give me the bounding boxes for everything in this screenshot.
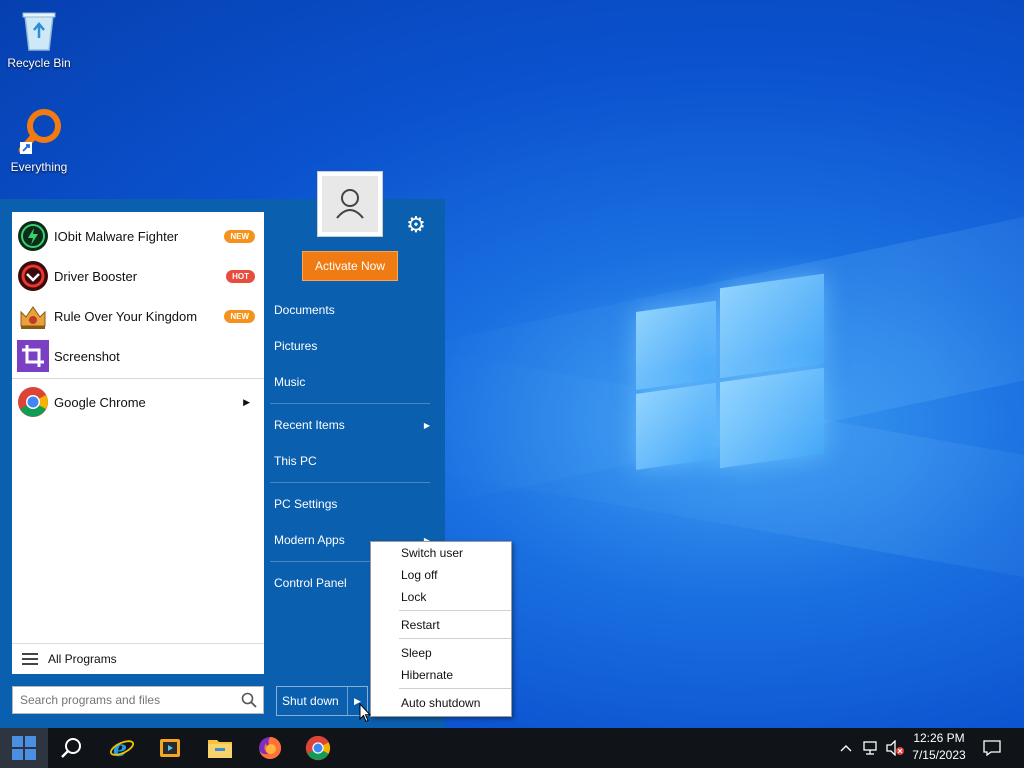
taskbar-chrome[interactable] xyxy=(294,728,342,768)
taskbar-search-button[interactable] xyxy=(48,728,96,768)
menu-item-lock[interactable]: Lock xyxy=(401,587,426,607)
desktop-icon-label: Everything xyxy=(10,160,68,174)
menu-item-label: Recent Items xyxy=(274,418,345,432)
network-icon[interactable] xyxy=(860,728,882,768)
start-menu-programs-panel: IObit Malware Fighter NEW Driver Booster… xyxy=(12,212,264,674)
notification-center-icon[interactable] xyxy=(980,728,1004,768)
program-label: Screenshot xyxy=(54,348,120,364)
program-iobit-malware-fighter[interactable]: IObit Malware Fighter NEW xyxy=(12,216,264,256)
svg-text:e: e xyxy=(113,736,127,761)
program-label: IObit Malware Fighter xyxy=(54,228,179,244)
shutdown-button-group: Shut down ▶ xyxy=(276,686,368,716)
hot-badge: HOT xyxy=(226,269,255,283)
start-search-input[interactable] xyxy=(13,693,241,707)
new-badge: NEW xyxy=(224,229,255,243)
start-button[interactable] xyxy=(0,728,48,768)
menu-item-auto-shutdown[interactable]: Auto shutdown xyxy=(401,693,480,713)
desktop-icon-recycle-bin[interactable]: Recycle Bin xyxy=(4,8,74,70)
program-label: Rule Over Your Kingdom xyxy=(54,308,198,324)
menu-item-this-pc[interactable]: This PC xyxy=(274,450,430,472)
taskbar: e 12:26 PM 7/15/2023 xyxy=(0,728,1024,768)
tray-chevron-up-icon[interactable] xyxy=(836,728,856,768)
mouse-cursor-icon xyxy=(359,702,372,723)
menu-divider xyxy=(399,610,511,611)
menu-item-pc-settings[interactable]: PC Settings xyxy=(274,493,430,515)
program-google-chrome[interactable]: Google Chrome ▶ xyxy=(12,382,264,422)
screenshot-crop-icon xyxy=(17,340,49,372)
media-player-icon xyxy=(160,739,180,757)
menu-item-music[interactable]: Music xyxy=(274,371,430,393)
menu-item-hibernate[interactable]: Hibernate xyxy=(401,665,453,685)
taskbar-file-explorer[interactable] xyxy=(196,728,244,768)
user-silhouette-icon xyxy=(322,176,378,232)
firefox-icon xyxy=(259,736,282,759)
volume-muted-icon[interactable] xyxy=(884,728,906,768)
submenu-arrow-icon: ▶ xyxy=(423,420,430,430)
menu-item-restart[interactable]: Restart xyxy=(401,615,440,635)
clock-time: 12:26 PM xyxy=(913,731,965,745)
user-avatar[interactable] xyxy=(317,171,383,237)
kingdom-game-icon xyxy=(17,300,49,332)
windows-logo-wallpaper xyxy=(636,264,824,480)
menu-item-switch-user[interactable]: Switch user xyxy=(401,543,463,563)
menu-divider xyxy=(399,688,511,689)
program-label: Driver Booster xyxy=(54,268,138,284)
submenu-arrow-icon: ▶ xyxy=(243,396,250,407)
menu-item-pictures[interactable]: Pictures xyxy=(274,335,430,357)
desktop-icon-everything[interactable]: Everything xyxy=(4,106,74,174)
windows-start-icon xyxy=(12,736,36,760)
activate-now-button[interactable]: Activate Now xyxy=(302,251,398,281)
all-programs-label: All Programs xyxy=(48,652,117,666)
power-options-menu: Switch user Log off Lock Restart Sleep H… xyxy=(370,541,512,717)
clock-date: 7/15/2023 xyxy=(912,748,966,762)
chrome-icon xyxy=(17,386,49,418)
all-programs-button[interactable]: All Programs xyxy=(12,643,264,674)
menu-item-log-off[interactable]: Log off xyxy=(401,565,437,585)
menu-item-label: Modern Apps xyxy=(274,533,345,547)
shutdown-button[interactable]: Shut down xyxy=(277,694,347,708)
program-label: Google Chrome xyxy=(54,394,146,410)
menu-divider xyxy=(270,403,430,404)
recycle-bin-icon xyxy=(19,8,59,52)
hamburger-menu-icon xyxy=(22,653,38,665)
menu-divider xyxy=(399,638,511,639)
new-badge: NEW xyxy=(224,309,255,323)
iobit-malware-fighter-icon xyxy=(17,220,49,252)
taskbar-firefox[interactable] xyxy=(246,728,294,768)
programs-divider xyxy=(12,378,264,379)
menu-item-recent-items[interactable]: Recent Items ▶ xyxy=(274,414,430,436)
driver-booster-icon xyxy=(17,260,49,292)
menu-item-documents[interactable]: Documents xyxy=(274,299,430,321)
program-screenshot[interactable]: Screenshot xyxy=(12,336,264,376)
everything-search-icon xyxy=(14,106,64,156)
chrome-icon xyxy=(305,735,331,761)
taskbar-internet-explorer[interactable]: e xyxy=(98,728,146,768)
desktop-icon-label: Recycle Bin xyxy=(7,56,71,70)
program-rule-over-your-kingdom[interactable]: Rule Over Your Kingdom NEW xyxy=(12,296,264,336)
menu-item-sleep[interactable]: Sleep xyxy=(401,643,432,663)
program-driver-booster[interactable]: Driver Booster HOT xyxy=(12,256,264,296)
start-search-box[interactable] xyxy=(12,686,264,714)
file-explorer-icon xyxy=(208,740,232,758)
taskbar-media-player[interactable] xyxy=(146,728,194,768)
menu-divider xyxy=(270,482,430,483)
taskbar-clock[interactable]: 12:26 PM 7/15/2023 xyxy=(906,730,972,766)
search-icon[interactable] xyxy=(241,692,257,708)
internet-explorer-icon: e xyxy=(110,736,134,761)
settings-gear-icon[interactable]: ⚙ xyxy=(404,213,428,237)
search-icon xyxy=(61,738,81,758)
